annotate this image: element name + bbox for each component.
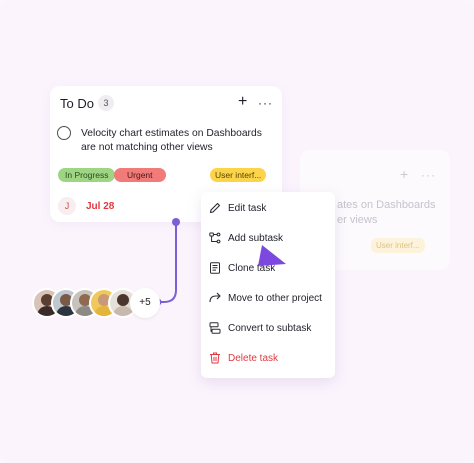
menu-item-move-project[interactable]: Move to other project	[201, 283, 335, 313]
task-context-menu: Edit task Add subtask Clone task Move to…	[201, 192, 335, 378]
menu-item-label: Add subtask	[228, 233, 284, 244]
task-checkbox[interactable]	[57, 126, 71, 140]
menu-item-label: Convert to subtask	[228, 323, 312, 334]
convert-icon	[209, 322, 221, 334]
ghost-add-icon: +	[400, 166, 409, 182]
trash-icon	[210, 352, 220, 364]
column-title: To Do	[60, 96, 94, 111]
assignee-avatar[interactable]: J	[58, 197, 76, 215]
tag-user-interface[interactable]: User interf...	[210, 168, 267, 182]
more-members-badge[interactable]: +5	[130, 288, 160, 318]
menu-item-label: Move to other project	[228, 293, 322, 304]
menu-item-label: Edit task	[228, 203, 267, 214]
ghost-more-icon: ···	[421, 168, 436, 182]
ghost-task-text: ates on Dashboards er views	[337, 199, 436, 226]
subtask-icon	[209, 232, 221, 244]
column-more-button[interactable]: ···	[258, 96, 273, 110]
add-task-button[interactable]: +	[238, 93, 247, 111]
move-arrow-icon	[209, 292, 221, 303]
menu-item-edit-task[interactable]: Edit task	[201, 193, 335, 223]
menu-item-label: Delete task	[228, 353, 279, 364]
app-canvas: + ··· ates on Dashboards er views User i…	[0, 0, 474, 463]
menu-item-convert-subtask[interactable]: Convert to subtask	[201, 313, 335, 343]
menu-item-delete-task[interactable]: Delete task	[201, 343, 335, 373]
due-date[interactable]: Jul 28	[86, 201, 114, 212]
task-count-badge: 3	[98, 95, 114, 111]
tag-in-progress[interactable]: In Progress	[58, 168, 116, 182]
pencil-icon	[209, 202, 221, 214]
ghost-tag: User interf...	[371, 238, 425, 253]
mouse-cursor-icon	[258, 245, 286, 266]
task-title[interactable]: Velocity chart estimates on Dashboards a…	[81, 127, 271, 155]
clone-icon	[210, 262, 220, 274]
tag-urgent[interactable]: Urgent	[114, 168, 166, 182]
